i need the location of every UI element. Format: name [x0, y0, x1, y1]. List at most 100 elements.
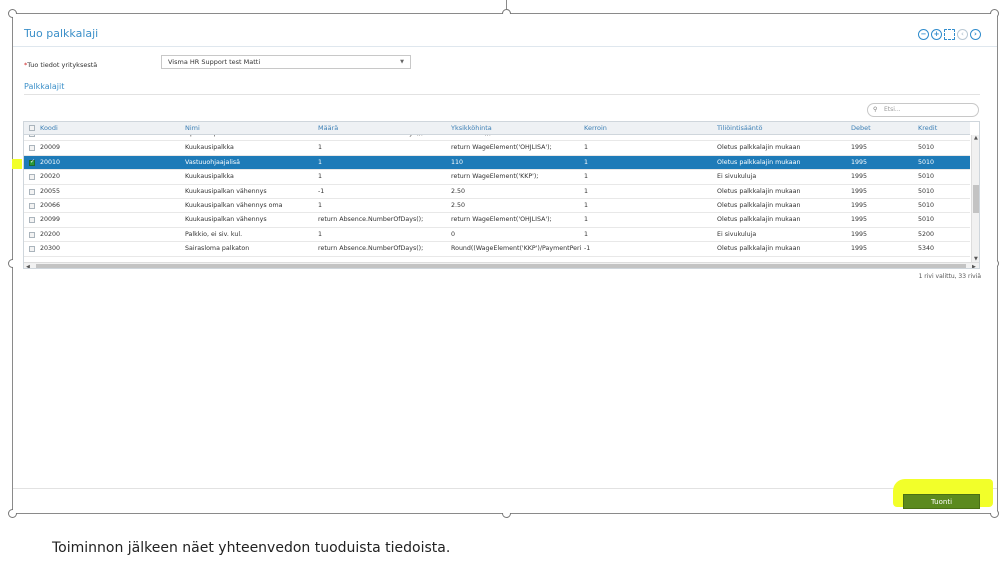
selection-status: 1 rivi valittu, 33 riviä: [918, 273, 981, 280]
document-caption: Toiminnon jälkeen näet yhteenvedon tuodu…: [52, 540, 451, 556]
row-checkbox[interactable]: [29, 174, 35, 181]
cell-name: Kuukausipalkka: [185, 144, 234, 152]
dialog-header: Tuo palkkalaji − + ‹ ›: [13, 24, 997, 47]
cell-amount: return Absence.NumberOfDays();: [318, 135, 448, 141]
fullscreen-icon[interactable]: [944, 29, 955, 40]
column-header-2[interactable]: Määrä: [318, 122, 338, 134]
cell-amount: 1: [318, 230, 323, 238]
table-row[interactable]: 20020 Kuukausipalkka 1 return WageElement('…: [24, 170, 970, 185]
company-select[interactable]: Visma HR Support test Matti ▼: [161, 55, 411, 69]
zoom-in-icon[interactable]: +: [931, 29, 942, 40]
cell-factor: 1: [584, 230, 589, 238]
cell-credit: [918, 135, 968, 141]
table-row[interactable]: 20300 Sairasloma palkaton return Absence.N…: [24, 242, 970, 257]
cell-factor: 1: [584, 158, 589, 166]
cell-code: 20300: [40, 245, 61, 253]
cell-debit: 1995: [851, 173, 868, 181]
cell-unit-price: 0: [451, 230, 456, 238]
cell-factor: -1: [584, 135, 714, 141]
column-header-7[interactable]: Kredit: [918, 122, 937, 134]
cell-rule: Oletus palkkalajin mukaan: [717, 158, 801, 166]
cell-amount: -1: [318, 187, 325, 195]
cell-code: 20008: [40, 135, 180, 141]
cell-debit: 1995: [851, 245, 868, 253]
row-checkbox[interactable]: [29, 203, 35, 209]
column-header-0[interactable]: Koodi: [40, 122, 58, 134]
cell-unit-price: 110: [451, 158, 464, 166]
company-select-value: Visma HR Support test Matti: [168, 58, 261, 66]
cell-name: Opintovapaa: [185, 135, 315, 141]
scroll-up-icon[interactable]: ▲: [974, 135, 978, 141]
row-checkbox[interactable]: [29, 217, 35, 224]
zoom-out-icon[interactable]: −: [918, 29, 929, 40]
checkbox-highlight: [12, 159, 22, 169]
search-input[interactable]: Etsi...: [867, 103, 979, 117]
next-icon[interactable]: ›: [970, 29, 981, 40]
chevron-down-icon: ▼: [400, 59, 404, 65]
table-row[interactable]: ✓ 20010 Vastuuohjaajalisä 1 110 1 Oletus palkk…: [24, 155, 970, 171]
cell-rule: Ei sivukuluja: [717, 230, 757, 238]
row-checkbox[interactable]: [29, 145, 35, 152]
cell-factor: 1: [584, 216, 589, 224]
check-icon: ✓: [30, 157, 36, 165]
cell-amount: 1: [318, 158, 323, 166]
cell-name: Sairasloma palkaton: [185, 245, 250, 253]
table-row[interactable]: 20099 Kuukausipalkan vähennys return Absen…: [24, 213, 970, 228]
scroll-left-icon[interactable]: ◀: [26, 264, 30, 268]
cell-debit: 1995: [851, 230, 868, 238]
table-row[interactable]: 20055 Kuukausipalkan vähennys -1 2.50 1 Oletu…: [24, 185, 970, 199]
cell-factor: 1: [584, 202, 589, 209]
cell-credit: 5010: [918, 173, 935, 181]
cell-factor: 1: [584, 187, 589, 195]
table-row[interactable]: 20009 Kuukausipalkka 1 return WageElement('…: [24, 141, 970, 156]
wage-types-table: Koodi Nimi Määrä Yksikköhinta Kerroin Tiliöin…: [23, 121, 980, 269]
cell-debit: [851, 135, 916, 141]
table-row[interactable]: 20200 Palkkio, ei siv. kul. 1 0 1 Ei sivukulu…: [24, 228, 970, 243]
section-title: Palkkalajit: [24, 82, 65, 91]
cell-name: Palkkio, ei siv. kul.: [185, 230, 243, 238]
cell-unit-price: return WageElement('OHJLISA');: [451, 216, 552, 224]
cell-unit-price: Round((WageElement('KKP')/PaymentPeric: [451, 245, 581, 253]
import-button[interactable]: Tuonti: [903, 494, 980, 509]
previous-icon[interactable]: ‹: [957, 29, 968, 40]
row-checkbox[interactable]: [29, 246, 35, 253]
row-checkbox[interactable]: [29, 135, 35, 137]
horizontal-scrollbar[interactable]: ◀ ▶: [24, 262, 979, 268]
cell-amount: 1: [318, 144, 323, 152]
select-all-checkbox[interactable]: [29, 125, 35, 131]
cell-code: 20020: [40, 173, 61, 181]
cell-amount: return Absence.NumberOfDays();: [318, 216, 424, 224]
cell-rule: [717, 135, 847, 141]
cell-debit: 1995: [851, 216, 868, 224]
cell-debit: 1995: [851, 144, 868, 152]
column-header-5[interactable]: Tiliöintisääntö: [717, 122, 762, 134]
horizontal-scroll-thumb[interactable]: [36, 264, 966, 268]
row-checkbox[interactable]: ✓: [29, 157, 36, 166]
column-header-6[interactable]: Debet: [851, 122, 871, 134]
table-header: Koodi Nimi Määrä Yksikköhinta Kerroin Tiliöin…: [24, 122, 970, 135]
table-row[interactable]: 20066 Kuukausipalkan vähennys oma 1 2.50 1 Ol…: [24, 199, 970, 214]
cell-name: Kuukausipalkan vähennys oma: [185, 202, 283, 209]
cell-code: 20200: [40, 230, 61, 238]
vertical-scroll-thumb[interactable]: [973, 185, 979, 213]
cell-credit: 5010: [918, 187, 935, 195]
cell-rule: Ei sivukuluja: [717, 173, 757, 181]
column-header-4[interactable]: Kerroin: [584, 122, 607, 134]
column-header-3[interactable]: Yksikköhinta: [451, 122, 492, 134]
cell-name: Kuukausipalkan vähennys: [185, 216, 267, 224]
cell-unit-price: 2.50: [451, 187, 466, 195]
cell-name: Kuukausipalkka: [185, 173, 234, 181]
row-checkbox[interactable]: [29, 188, 35, 195]
cell-credit: 5010: [918, 144, 935, 152]
scroll-right-icon[interactable]: ▶: [972, 264, 976, 268]
footer-divider: [13, 488, 997, 489]
cell-credit: 5010: [918, 202, 935, 209]
cell-unit-price: return WageElement('KKP');: [451, 173, 539, 181]
row-checkbox[interactable]: [29, 231, 35, 238]
column-header-1[interactable]: Nimi: [185, 122, 200, 134]
cell-factor: 1: [584, 173, 589, 181]
cell-name: Vastuuohjaajalisä: [185, 158, 240, 166]
import-wage-type-dialog: Tuo palkkalaji − + ‹ › *Tuo tiedot yrity…: [13, 14, 997, 513]
vertical-scrollbar[interactable]: ▲ ▼: [971, 135, 979, 262]
cell-name: Kuukausipalkan vähennys: [185, 187, 267, 195]
